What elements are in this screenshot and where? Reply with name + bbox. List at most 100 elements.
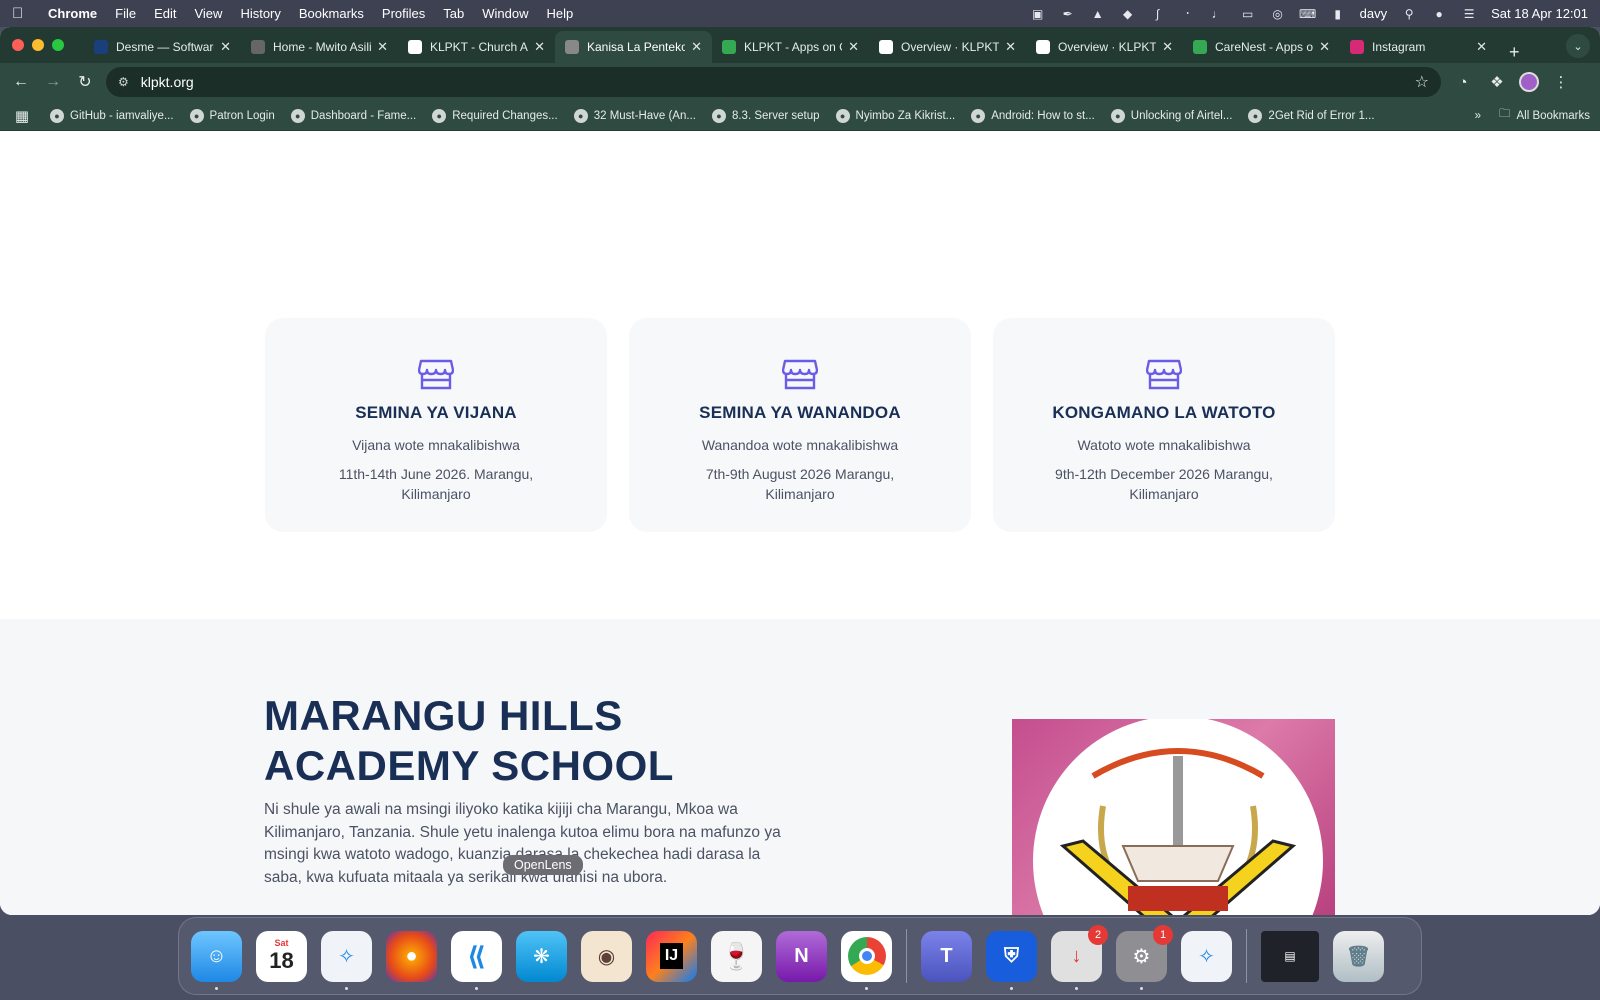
tab-close-icon[interactable]: ✕ <box>377 39 388 55</box>
more-bookmarks-icon[interactable]: » <box>1475 110 1481 122</box>
feather-icon[interactable]: ✒ <box>1060 7 1076 21</box>
tab-close-icon[interactable]: ✕ <box>691 39 702 55</box>
browser-tab[interactable]: Instagram ✕ <box>1340 31 1497 63</box>
apple-menu-icon[interactable]:  <box>12 5 34 22</box>
wifi-icon[interactable]: ◎ <box>1270 7 1286 21</box>
bookmark-item[interactable]: ● GitHub - iamvaliye... <box>50 108 174 123</box>
browser-tab[interactable]: Desme — Software ✕ <box>84 31 241 63</box>
trash-app[interactable]: 🗑 <box>1333 930 1384 982</box>
status-a-icon[interactable]: ▲ <box>1090 7 1106 21</box>
address-text[interactable]: klpkt.org <box>141 74 194 90</box>
back-button[interactable]: ← <box>10 73 32 91</box>
safari-app[interactable]: ✧ <box>321 930 372 990</box>
bookmark-item[interactable]: ● Dashboard - Fame... <box>290 108 416 123</box>
menu-edit[interactable]: Edit <box>154 6 176 21</box>
profile-avatar[interactable] <box>1519 72 1539 92</box>
clock[interactable]: Sat 18 Apr 12:01 <box>1491 6 1588 21</box>
browser-tab[interactable]: Overview · KLPKT ✕ <box>869 31 1026 63</box>
shield-status-icon[interactable]: ◆ <box>1120 7 1136 21</box>
menu-help[interactable]: Help <box>547 6 574 21</box>
tab-title: Desme — Software <box>116 40 215 54</box>
safari-webapp[interactable]: ✧ <box>1181 930 1232 982</box>
keyboard-icon[interactable]: ⌨ <box>1299 7 1316 21</box>
finder-app[interactable]: ☺ <box>191 930 242 990</box>
bitwarden-app[interactable]: ⛨ <box>986 930 1037 990</box>
teams-app[interactable]: T <box>921 930 972 982</box>
tab-close-icon[interactable]: ✕ <box>1162 39 1173 55</box>
bookmark-item[interactable]: ● Nyimbo Za Kikrist... <box>835 108 955 123</box>
openlens-app[interactable]: ❋ <box>516 930 567 982</box>
minimize-window-button[interactable] <box>32 39 44 51</box>
bookmark-star-icon[interactable]: ☆ <box>1415 72 1429 92</box>
menu-window[interactable]: Window <box>482 6 528 21</box>
chrome-app[interactable] <box>841 930 892 990</box>
user-name[interactable]: davy <box>1360 6 1387 21</box>
firefox-app[interactable]: ● <box>386 930 437 982</box>
wine-app[interactable]: 🍷 <box>711 930 762 982</box>
status-app-icon[interactable]: ▣ <box>1030 7 1046 21</box>
menu-view[interactable]: View <box>194 6 222 21</box>
more-menu-icon[interactable]: ⋮ <box>1549 73 1573 91</box>
onenote-app[interactable]: N <box>776 930 827 982</box>
app-store-app[interactable]: ↓ 2 <box>1051 924 1108 990</box>
intellij-app[interactable]: IJ <box>646 930 697 982</box>
tab-favicon-icon <box>1036 40 1050 54</box>
school-title: MARANGU HILLS ACADEMY SCHOOL <box>264 692 674 789</box>
site-info-icon[interactable]: ⚙ <box>118 75 129 89</box>
browser-tab[interactable]: Overview · KLPKT ✕ <box>1026 31 1183 63</box>
zoom-window-button[interactable] <box>52 39 64 51</box>
siri-icon[interactable]: ● <box>1431 7 1447 21</box>
battery-icon[interactable]: ▮ <box>1330 7 1346 21</box>
bookmark-item[interactable]: ● Unlocking of Airtel... <box>1110 108 1232 123</box>
forward-button[interactable]: → <box>42 73 64 91</box>
vscode-app[interactable]: ⟪ <box>451 930 502 990</box>
control-center-icon[interactable]: ☰ <box>1461 7 1477 21</box>
dbeaver-app[interactable]: ◉ <box>581 930 632 982</box>
browser-tab[interactable]: Home - Mwito Asili ✕ <box>241 31 398 63</box>
system-settings-app[interactable]: ⚙ 1 <box>1116 924 1173 990</box>
apps-grid-icon[interactable]: ▦ <box>10 107 34 125</box>
reload-button[interactable]: ↻ <box>74 72 96 92</box>
menu-profiles[interactable]: Profiles <box>382 6 425 21</box>
minimized-window[interactable]: ▤ <box>1261 930 1319 982</box>
tab-search-button[interactable]: ⌄ <box>1566 34 1590 58</box>
bookmark-item[interactable]: ● Patron Login <box>189 108 275 123</box>
tab-close-icon[interactable]: ✕ <box>1476 39 1487 55</box>
tab-close-icon[interactable]: ✕ <box>1319 39 1330 55</box>
incognito-icon[interactable]: ◔ <box>1451 74 1475 91</box>
browser-tab[interactable]: CareNest - Apps o ✕ <box>1183 31 1340 63</box>
tab-close-icon[interactable]: ✕ <box>848 39 859 55</box>
display-icon[interactable]: ▭ <box>1240 7 1256 21</box>
new-tab-button[interactable]: + <box>1497 42 1532 63</box>
onenote-icon: N <box>794 944 809 967</box>
menu-file[interactable]: File <box>115 6 136 21</box>
tab-close-icon[interactable]: ✕ <box>1005 39 1016 55</box>
event-title: SEMINA YA WANANDOA <box>699 403 901 422</box>
notification-badge: 2 <box>1088 924 1108 945</box>
bookmark-item[interactable]: ● Required Changes... <box>432 108 558 123</box>
mute-icon[interactable]: ♩ <box>1210 7 1226 21</box>
bookmark-item[interactable]: ● 2Get Rid of Error 1... <box>1248 108 1375 123</box>
browser-tab[interactable]: KLPKT - Apps on G ✕ <box>712 31 869 63</box>
browser-tab[interactable]: Kanisa La Pentekoste ✕ <box>555 31 712 63</box>
bookmark-favicon-icon: ● <box>711 108 726 123</box>
address-bar[interactable]: ⚙ klpkt.org ☆ <box>106 67 1441 97</box>
script-icon[interactable]: ∫ <box>1150 7 1166 21</box>
menu-tab[interactable]: Tab <box>443 6 464 21</box>
bookmark-item[interactable]: ● 8.3. Server setup <box>711 108 820 123</box>
tab-close-icon[interactable]: ✕ <box>220 39 231 55</box>
menu-history[interactable]: History <box>240 6 280 21</box>
menu-bookmarks[interactable]: Bookmarks <box>299 6 364 21</box>
bookmark-item[interactable]: ● 32 Must-Have (An... <box>573 108 696 123</box>
extensions-icon[interactable]: ❖ <box>1485 73 1509 91</box>
close-window-button[interactable] <box>12 39 24 51</box>
tab-close-icon[interactable]: ✕ <box>534 39 545 55</box>
bluetooth-icon[interactable]: ᛫ <box>1180 7 1196 21</box>
window-controls <box>12 39 64 51</box>
app-menu-chrome[interactable]: Chrome <box>48 6 97 21</box>
calendar-app[interactable]: Sat 18 <box>256 930 307 982</box>
search-icon[interactable]: ⚲ <box>1401 7 1417 21</box>
all-bookmarks-button[interactable]: 🗀 All Bookmarks <box>1499 106 1590 125</box>
bookmark-item[interactable]: ● Android: How to st... <box>971 108 1095 123</box>
browser-tab[interactable]: KLPKT - Church A ✕ <box>398 31 555 63</box>
